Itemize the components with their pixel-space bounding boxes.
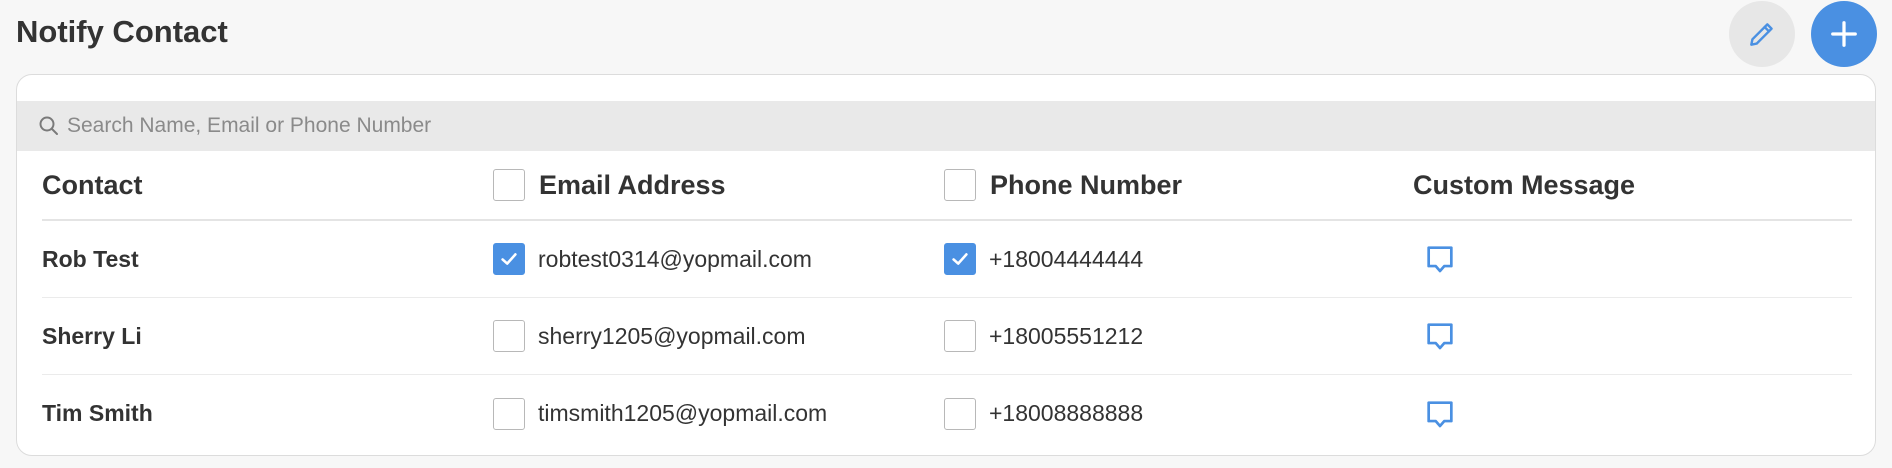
- custom-message-icon[interactable]: [1423, 397, 1457, 431]
- search-input[interactable]: [67, 101, 967, 151]
- phone-checkbox[interactable]: [944, 320, 976, 352]
- custom-message-icon[interactable]: [1423, 319, 1457, 353]
- add-contact-button[interactable]: [1811, 1, 1877, 67]
- contact-phone: +18005551212: [989, 322, 1144, 349]
- search-bar: [17, 101, 1875, 151]
- page-title: Notify Contact: [16, 14, 228, 49]
- edit-button[interactable]: [1729, 1, 1795, 67]
- email-checkbox[interactable]: [493, 243, 525, 275]
- page-header: Notify Contact: [16, 0, 1877, 68]
- table-row: Rob Test robtest0314@yopmail.com +180044…: [42, 221, 1852, 298]
- contact-phone: +18008888888: [989, 400, 1144, 426]
- table-header-row: Contact Email Address Phone Number Custo…: [42, 151, 1852, 221]
- header-contact: Contact: [42, 169, 143, 200]
- email-checkbox[interactable]: [493, 397, 525, 430]
- contact-name: Rob Test: [42, 245, 139, 272]
- contact-email: sherry1205@yopmail.com: [538, 322, 806, 349]
- notify-contact-card: Contact Email Address Phone Number Custo…: [16, 74, 1876, 456]
- contact-name: Tim Smith: [42, 400, 153, 426]
- plus-icon: [1831, 21, 1857, 47]
- header-custom-message: Custom Message: [1413, 169, 1636, 200]
- contact-email: robtest0314@yopmail.com: [538, 245, 812, 272]
- table-row: Sherry Li sherry1205@yopmail.com +180055…: [42, 298, 1852, 375]
- select-all-email-checkbox[interactable]: [493, 169, 525, 201]
- phone-checkbox[interactable]: [944, 397, 976, 430]
- contact-email: timsmith1205@yopmail.com: [538, 400, 828, 426]
- header-phone: Phone Number: [990, 169, 1183, 200]
- contact-phone: +18004444444: [989, 245, 1144, 272]
- pencil-icon: [1750, 23, 1773, 46]
- contact-name: Sherry Li: [42, 322, 142, 349]
- custom-message-icon[interactable]: [1423, 242, 1457, 276]
- select-all-phone-checkbox[interactable]: [944, 169, 976, 201]
- contacts-table: Contact Email Address Phone Number Custo…: [42, 151, 1852, 452]
- search-icon: [39, 116, 58, 135]
- phone-checkbox[interactable]: [944, 243, 976, 275]
- table-row: Tim Smith timsmith1205@yopmail.com +1800…: [42, 375, 1852, 452]
- email-checkbox[interactable]: [493, 320, 525, 352]
- header-email: Email Address: [539, 169, 726, 200]
